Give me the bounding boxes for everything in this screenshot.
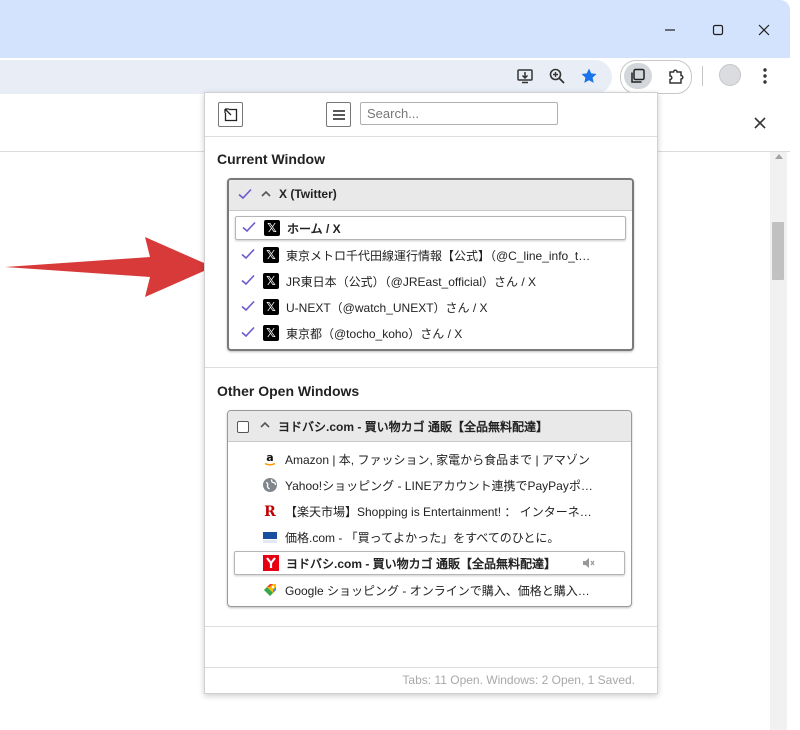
tab-row[interactable]: 𝕏 JR東日本（公式）（@JREast_official）さん / X: [235, 268, 626, 294]
tab-title: ヨドバシ.com - 買い物カゴ 通販【全品無料配達】: [286, 557, 557, 571]
tab-row[interactable]: 𝕏 U-NEXT（@watch_UNEXT）さん / X: [235, 294, 626, 320]
chevron-up-icon[interactable]: [258, 418, 272, 432]
window-title: X (Twitter): [279, 187, 337, 201]
tab-row[interactable]: 𝕏 東京都（@tocho_koho）さん / X: [235, 320, 626, 346]
window-header[interactable]: ヨドバシ.com - 買い物カゴ 通販【全品無料配達】: [228, 411, 631, 442]
minimize-icon[interactable]: [658, 18, 682, 42]
tab-list: 𝕏 ホーム / X 𝕏 東京メトロ千代田線運行情報【公式】（@C_line_in…: [229, 211, 632, 349]
infobar-close-icon[interactable]: [750, 113, 770, 133]
tab-row[interactable]: a Amazon | 本, ファッション, 家電から食品まで | アマゾン: [234, 446, 625, 472]
star-icon[interactable]: [575, 62, 603, 90]
tab-title: 価格.com - 「買ってよかった」をすべてのひとに。: [285, 531, 560, 545]
amazon-icon: a: [262, 451, 278, 467]
tab-manager-icon[interactable]: [624, 62, 652, 90]
popout-icon: [223, 107, 237, 121]
tab-title: 東京都（@tocho_koho）さん / X: [286, 327, 463, 341]
yodobashi-icon: [263, 555, 279, 571]
section-divider: [205, 367, 657, 368]
profile-icon[interactable]: [719, 64, 741, 86]
menu-icon[interactable]: [751, 62, 779, 90]
tab-row[interactable]: ヨドバシ.com - 買い物カゴ 通販【全品無料配達】: [234, 551, 625, 575]
tab-title: Yahoo!ショッピング - LINEアカウント連携でPayPayポイント: [285, 479, 595, 493]
section-divider: [205, 626, 657, 627]
check-icon[interactable]: [240, 248, 256, 260]
extensions-icon[interactable]: [662, 62, 690, 90]
scrollbar-thumb[interactable]: [772, 222, 784, 280]
tab-title: JR東日本（公式）（@JREast_official）さん / X: [286, 275, 537, 289]
tab-title: Google ショッピング - オンラインで購入、価格と購入先を比較: [285, 584, 595, 598]
x-icon: 𝕏: [263, 325, 279, 341]
window-header[interactable]: X (Twitter): [229, 180, 632, 211]
tab-row[interactable]: 𝕏 東京メトロ千代田線運行情報【公式】（@C_line_info_tokyome…: [235, 242, 626, 268]
tab-row[interactable]: R 【楽天市場】Shopping is Entertainment! ： インタ…: [234, 498, 625, 524]
other-window-box: ヨドバシ.com - 買い物カゴ 通販【全品無料配達】 a Amazon | 本…: [227, 410, 632, 607]
window-title: ヨドバシ.com - 買い物カゴ 通販【全品無料配達】: [278, 420, 549, 434]
current-window-box: X (Twitter) 𝕏 ホーム / X 𝕏 東京メトロ千代田線運行情報【公式…: [227, 178, 634, 351]
other-windows-title: Other Open Windows: [217, 383, 360, 399]
chevron-up-icon[interactable]: [259, 187, 273, 201]
scroll-up-icon[interactable]: [775, 154, 783, 159]
tab-row[interactable]: 𝕏 ホーム / X: [235, 216, 626, 240]
svg-text:a: a: [266, 451, 273, 464]
check-icon[interactable]: [240, 300, 256, 312]
tab-row[interactable]: Google ショッピング - オンラインで購入、価格と購入先を比較: [234, 577, 625, 603]
tab-manager-popup: Current Window X (Twitter) 𝕏 ホーム / X 𝕏 東…: [204, 92, 658, 694]
menu-button[interactable]: [326, 102, 351, 127]
check-icon[interactable]: [240, 326, 256, 338]
tab-title: ホーム / X: [287, 222, 341, 236]
svg-text:R: R: [264, 504, 276, 519]
popup-header: [205, 93, 657, 137]
close-icon[interactable]: [752, 18, 776, 42]
status-footer: Tabs: 11 Open. Windows: 2 Open, 1 Saved.: [402, 673, 635, 687]
x-icon: 𝕏: [263, 299, 279, 315]
zoom-icon[interactable]: [543, 62, 571, 90]
check-icon[interactable]: [241, 221, 257, 233]
tab-row[interactable]: 価格.com - 「買ってよかった」をすべてのひとに。: [234, 524, 625, 550]
tab-title: U-NEXT（@watch_UNEXT）さん / X: [286, 301, 488, 315]
maximize-icon[interactable]: [706, 18, 730, 42]
install-icon[interactable]: [511, 62, 539, 90]
tab-list: a Amazon | 本, ファッション, 家電から食品まで | アマゾン Ya…: [228, 442, 631, 606]
tab-title: 東京メトロ千代田線運行情報【公式】（@C_line_info_tokyometr…: [286, 249, 596, 263]
checkbox-icon[interactable]: [237, 421, 249, 433]
x-icon: 𝕏: [264, 220, 280, 236]
globe-icon: [262, 477, 278, 493]
check-icon[interactable]: [237, 188, 253, 200]
toolbar-divider: [702, 66, 703, 86]
footer-divider: [205, 667, 657, 668]
google-shopping-icon: [262, 582, 278, 598]
hamburger-icon: [332, 109, 345, 120]
rakuten-icon: R: [262, 503, 278, 519]
current-window-title: Current Window: [217, 151, 325, 167]
kakaku-icon: [262, 529, 278, 545]
tab-row[interactable]: Yahoo!ショッピング - LINEアカウント連携でPayPayポイント: [234, 472, 625, 498]
tab-title: 【楽天市場】Shopping is Entertainment! ： インターネ…: [285, 505, 595, 519]
annotation-arrow: [5, 237, 213, 297]
x-icon: 𝕏: [263, 247, 279, 263]
x-icon: 𝕏: [263, 273, 279, 289]
tab-title: Amazon | 本, ファッション, 家電から食品まで | アマゾン: [285, 453, 590, 467]
muted-speaker-icon[interactable]: [581, 556, 595, 570]
popout-button[interactable]: [218, 102, 243, 127]
check-icon[interactable]: [240, 274, 256, 286]
search-input[interactable]: [360, 102, 558, 125]
